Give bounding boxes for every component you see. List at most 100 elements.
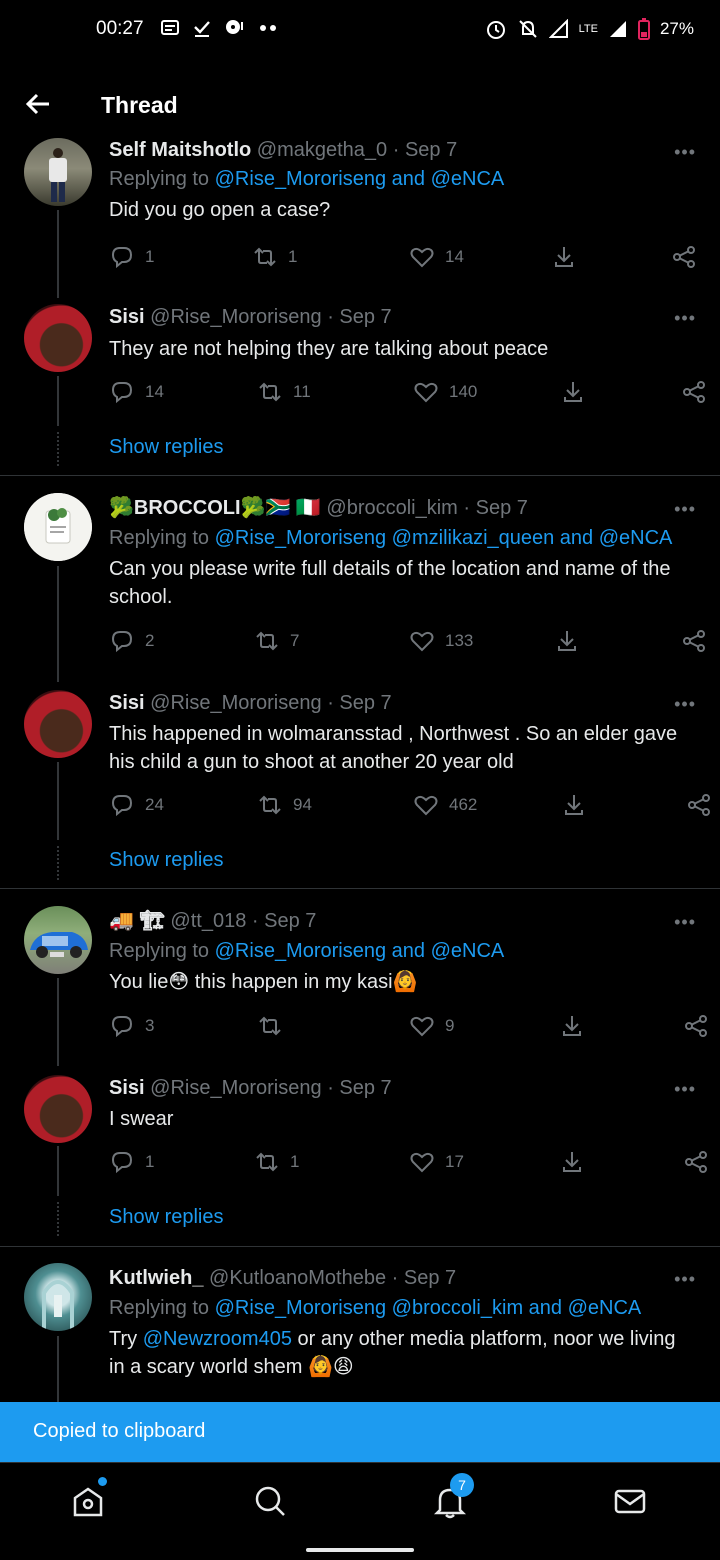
download-button[interactable]	[559, 1149, 585, 1175]
reply-button[interactable]: 3	[109, 1013, 154, 1039]
username[interactable]: @Rise_Mororiseng	[150, 692, 321, 714]
retweets-count: 94	[293, 795, 312, 814]
download-button[interactable]	[554, 628, 580, 654]
show-replies-link[interactable]: Show replies	[109, 436, 224, 459]
share-button[interactable]	[681, 379, 707, 405]
retweet-button[interactable]: 1	[252, 244, 297, 270]
more-options-icon[interactable]: •••	[674, 912, 696, 933]
tweet[interactable]: 🥦BROCCOLI🥦🇿🇦 🇮🇹 @broccoli_kim · Sep 7 Re…	[0, 493, 720, 663]
display-name[interactable]: Kutlwieh_	[109, 1267, 203, 1289]
tweet[interactable]: Kutlwieh_ @KutloanoMothebe · Sep 7 Reply…	[0, 1263, 720, 1403]
back-arrow-icon[interactable]	[22, 88, 54, 120]
username[interactable]: @broccoli_kim	[326, 497, 457, 519]
display-name[interactable]: Self Maitshotlo	[109, 140, 251, 160]
thread-line-dotted	[57, 432, 59, 466]
share-icon	[681, 628, 707, 654]
username[interactable]: @Rise_Mororiseng	[150, 1077, 321, 1099]
tweet-text-prefix: Try	[109, 1328, 138, 1350]
reply-button[interactable]: 2	[109, 628, 154, 654]
reply-button[interactable]: 24	[109, 792, 164, 818]
username[interactable]: @tt_018	[170, 910, 246, 932]
download-button[interactable]	[561, 792, 587, 818]
tweet-actions: 1 1 14	[109, 244, 698, 274]
signal-icon-2	[609, 21, 626, 37]
share-button[interactable]	[683, 1013, 709, 1039]
download-button[interactable]	[559, 1013, 585, 1039]
more-options-icon[interactable]: •••	[674, 1079, 696, 1100]
retweet-icon	[254, 628, 280, 654]
replying-handles[interactable]: @Rise_Mororiseng @mzilikazi_queen and @e…	[215, 527, 673, 549]
retweet-button[interactable]: 94	[257, 792, 312, 818]
tweet[interactable]: Sisi @Rise_Mororiseng · Sep 7 This happe…	[0, 688, 720, 838]
avatar[interactable]	[24, 1075, 92, 1143]
tweet[interactable]: Self Maitshotlo @makgetha_0 · Sep 7 Repl…	[0, 138, 720, 288]
share-button[interactable]	[683, 1149, 709, 1175]
show-replies-link[interactable]: Show replies	[109, 1206, 224, 1229]
display-name[interactable]: 🥦BROCCOLI🥦🇿🇦 🇮🇹	[109, 497, 321, 519]
replying-handles[interactable]: @Rise_Mororiseng and @eNCA	[215, 168, 505, 190]
like-button[interactable]: 9	[409, 1013, 454, 1039]
show-replies-link[interactable]: Show replies	[109, 849, 224, 872]
share-button[interactable]	[671, 244, 697, 270]
tweet-header: Sisi @Rise_Mororiseng · Sep 7	[109, 690, 696, 716]
download-button[interactable]	[551, 244, 577, 270]
retweet-button[interactable]: 7	[254, 628, 299, 654]
share-button[interactable]	[686, 792, 712, 818]
tweet-date: · Sep 7	[327, 306, 392, 328]
display-name[interactable]: 🚚 🏗	[109, 910, 165, 932]
tweet[interactable]: 🚚 🏗 @tt_018 · Sep 7 Replying to @Rise_Mo…	[0, 906, 720, 1056]
like-button[interactable]: 17	[409, 1149, 464, 1175]
nav-notifications[interactable]: 7	[432, 1473, 474, 1523]
likes-count: 140	[449, 382, 478, 401]
username[interactable]: @Rise_Mororiseng	[150, 306, 321, 328]
tweet-text: This happened in wolmaransstad , Northwe…	[109, 723, 678, 773]
username[interactable]: @KutloanoMothebe	[209, 1267, 386, 1289]
replying-prefix: Replying to	[109, 940, 210, 962]
avatar[interactable]	[24, 690, 92, 758]
more-options-icon[interactable]: •••	[674, 1269, 696, 1290]
status-time: 00:27	[96, 18, 144, 39]
mention-link[interactable]: @Newzroom405	[143, 1328, 292, 1350]
mail-icon	[614, 1489, 646, 1514]
like-button[interactable]: 133	[409, 628, 473, 654]
alarm-icon	[486, 21, 505, 39]
share-button[interactable]	[681, 628, 707, 654]
nav-search[interactable]	[252, 1483, 292, 1523]
like-button[interactable]: 140	[413, 379, 477, 405]
avatar[interactable]	[24, 304, 92, 372]
replying-handles[interactable]: @Rise_Mororiseng and @eNCA	[215, 940, 505, 962]
username[interactable]: @makgetha_0	[257, 140, 387, 160]
avatar[interactable]	[24, 138, 92, 206]
more-options-icon[interactable]: •••	[674, 499, 696, 520]
reply-button[interactable]: 14	[109, 379, 164, 405]
display-name[interactable]: Sisi	[109, 306, 145, 328]
more-options-icon[interactable]: •••	[674, 142, 696, 163]
tweet-date: · Sep 7	[251, 910, 317, 932]
display-name[interactable]: Sisi	[109, 1077, 145, 1099]
replying-handles[interactable]: @Rise_Mororiseng @broccoli_kim and @eNCA	[215, 1297, 642, 1319]
like-button[interactable]: 14	[409, 244, 464, 270]
more-options-icon[interactable]: •••	[674, 694, 696, 715]
toast-text: Copied to clipboard	[33, 1420, 206, 1442]
download-button[interactable]	[560, 379, 586, 405]
divider	[0, 475, 720, 476]
avatar[interactable]	[24, 493, 92, 561]
nav-messages[interactable]	[612, 1483, 652, 1523]
retweet-button[interactable]: 11	[257, 379, 311, 405]
avatar[interactable]	[24, 906, 92, 974]
retweet-button[interactable]	[257, 1013, 293, 1039]
retweet-button[interactable]: 1	[254, 1149, 299, 1175]
message-icon	[161, 20, 179, 35]
avatar[interactable]	[24, 1263, 92, 1331]
divider	[0, 1246, 720, 1247]
tweet[interactable]: Sisi @Rise_Mororiseng · Sep 7 They are n…	[0, 302, 720, 432]
nav-home[interactable]	[70, 1477, 110, 1523]
status-bar: 00:27 LTE 27%	[0, 0, 720, 60]
replies-count: 3	[145, 1016, 155, 1035]
more-options-icon[interactable]: •••	[674, 308, 696, 329]
display-name[interactable]: Sisi	[109, 692, 145, 714]
like-button[interactable]: 462	[413, 792, 477, 818]
reply-button[interactable]: 1	[109, 1149, 154, 1175]
tweet[interactable]: Sisi @Rise_Mororiseng · Sep 7 I swear ••…	[0, 1073, 720, 1203]
reply-button[interactable]: 1	[109, 244, 154, 270]
